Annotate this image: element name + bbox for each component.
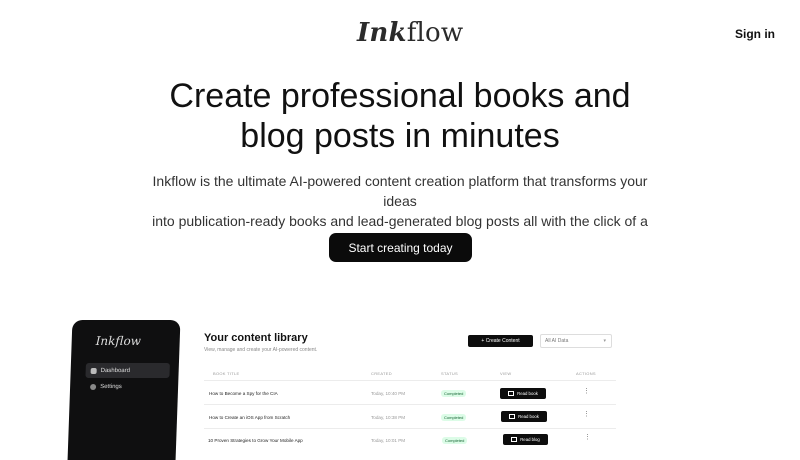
more-actions-icon[interactable]: ⋮ bbox=[583, 387, 590, 395]
column-header-title: BOOK TITLE bbox=[213, 371, 240, 376]
read-blog-button[interactable]: Read blog bbox=[503, 434, 548, 445]
book-icon bbox=[90, 367, 97, 374]
filter-select[interactable]: All AI Data ▾ bbox=[540, 334, 612, 348]
sign-in-link[interactable]: Sign in bbox=[735, 27, 775, 41]
row-created: Today, 10:01 PM bbox=[371, 438, 406, 443]
column-header-actions: ACTIONS bbox=[576, 371, 596, 376]
create-content-button[interactable]: + Create Content bbox=[468, 335, 533, 347]
table-divider bbox=[204, 428, 616, 429]
read-book-button[interactable]: Read book bbox=[500, 388, 546, 399]
app-preview: Inkflow Dashboard Settings Your content … bbox=[67, 320, 650, 460]
filter-selected-value: All AI Data bbox=[545, 338, 569, 344]
row-title[interactable]: How to Become a Spy for the CIA bbox=[209, 391, 278, 396]
status-badge: Completed bbox=[442, 437, 468, 444]
sidebar-item-label: Settings bbox=[100, 383, 122, 390]
column-header-status: STATUS bbox=[441, 371, 458, 376]
read-book-button[interactable]: Read book bbox=[501, 411, 547, 422]
status-badge: Completed bbox=[441, 414, 467, 421]
chevron-down-icon: ▾ bbox=[603, 338, 606, 344]
view-button-label: Read book bbox=[518, 414, 539, 419]
table-divider bbox=[204, 380, 616, 381]
status-badge: Completed bbox=[441, 390, 467, 397]
row-title[interactable]: 10 Proven Strategies to Grow Your Mobile… bbox=[208, 438, 303, 443]
view-button-label: Read blog bbox=[520, 437, 540, 442]
sidebar-item-settings[interactable]: Settings bbox=[85, 379, 170, 394]
logo-flow-text: flow bbox=[406, 18, 464, 48]
row-created: Today, 10:38 PM bbox=[371, 415, 406, 420]
book-icon bbox=[509, 414, 516, 419]
view-button-label: Read book bbox=[517, 391, 538, 396]
more-actions-icon[interactable]: ⋮ bbox=[583, 410, 590, 418]
hero-title: Create professional books and blog posts… bbox=[0, 76, 800, 156]
start-creating-button[interactable]: Start creating today bbox=[329, 233, 472, 262]
sidebar-item-label: Dashboard bbox=[100, 367, 131, 374]
hero-title-line-1: Create professional books and bbox=[169, 77, 631, 115]
row-created: Today, 10:40 PM bbox=[371, 391, 406, 396]
logo-ink-text: Ink bbox=[357, 18, 407, 48]
gear-icon bbox=[90, 383, 97, 390]
sidebar-logo: Inkflow bbox=[95, 334, 142, 348]
column-header-view: VIEW bbox=[500, 371, 512, 376]
content-library-panel: Your content library View, manage and cr… bbox=[195, 320, 650, 460]
sidebar-item-dashboard[interactable]: Dashboard bbox=[85, 363, 170, 378]
brand-logo[interactable]: Inkflow bbox=[357, 18, 463, 48]
row-title[interactable]: How to Create an iOS App from Scratch bbox=[209, 415, 290, 420]
table-divider bbox=[204, 404, 616, 405]
hero-title-line-2: blog posts in minutes bbox=[240, 117, 560, 155]
library-subtitle: View, manage and create your AI-powered … bbox=[204, 347, 318, 353]
more-actions-icon[interactable]: ⋮ bbox=[584, 433, 591, 441]
document-icon bbox=[511, 437, 518, 442]
top-navigation: Inkflow Sign in bbox=[0, 0, 800, 70]
preview-sidebar: Inkflow Dashboard Settings bbox=[67, 320, 181, 460]
library-title: Your content library bbox=[204, 332, 308, 344]
hero-subtitle-line-1: Inkflow is the ultimate AI-powered conte… bbox=[152, 173, 648, 209]
column-header-created: CREATED bbox=[371, 371, 392, 376]
book-icon bbox=[508, 391, 515, 396]
